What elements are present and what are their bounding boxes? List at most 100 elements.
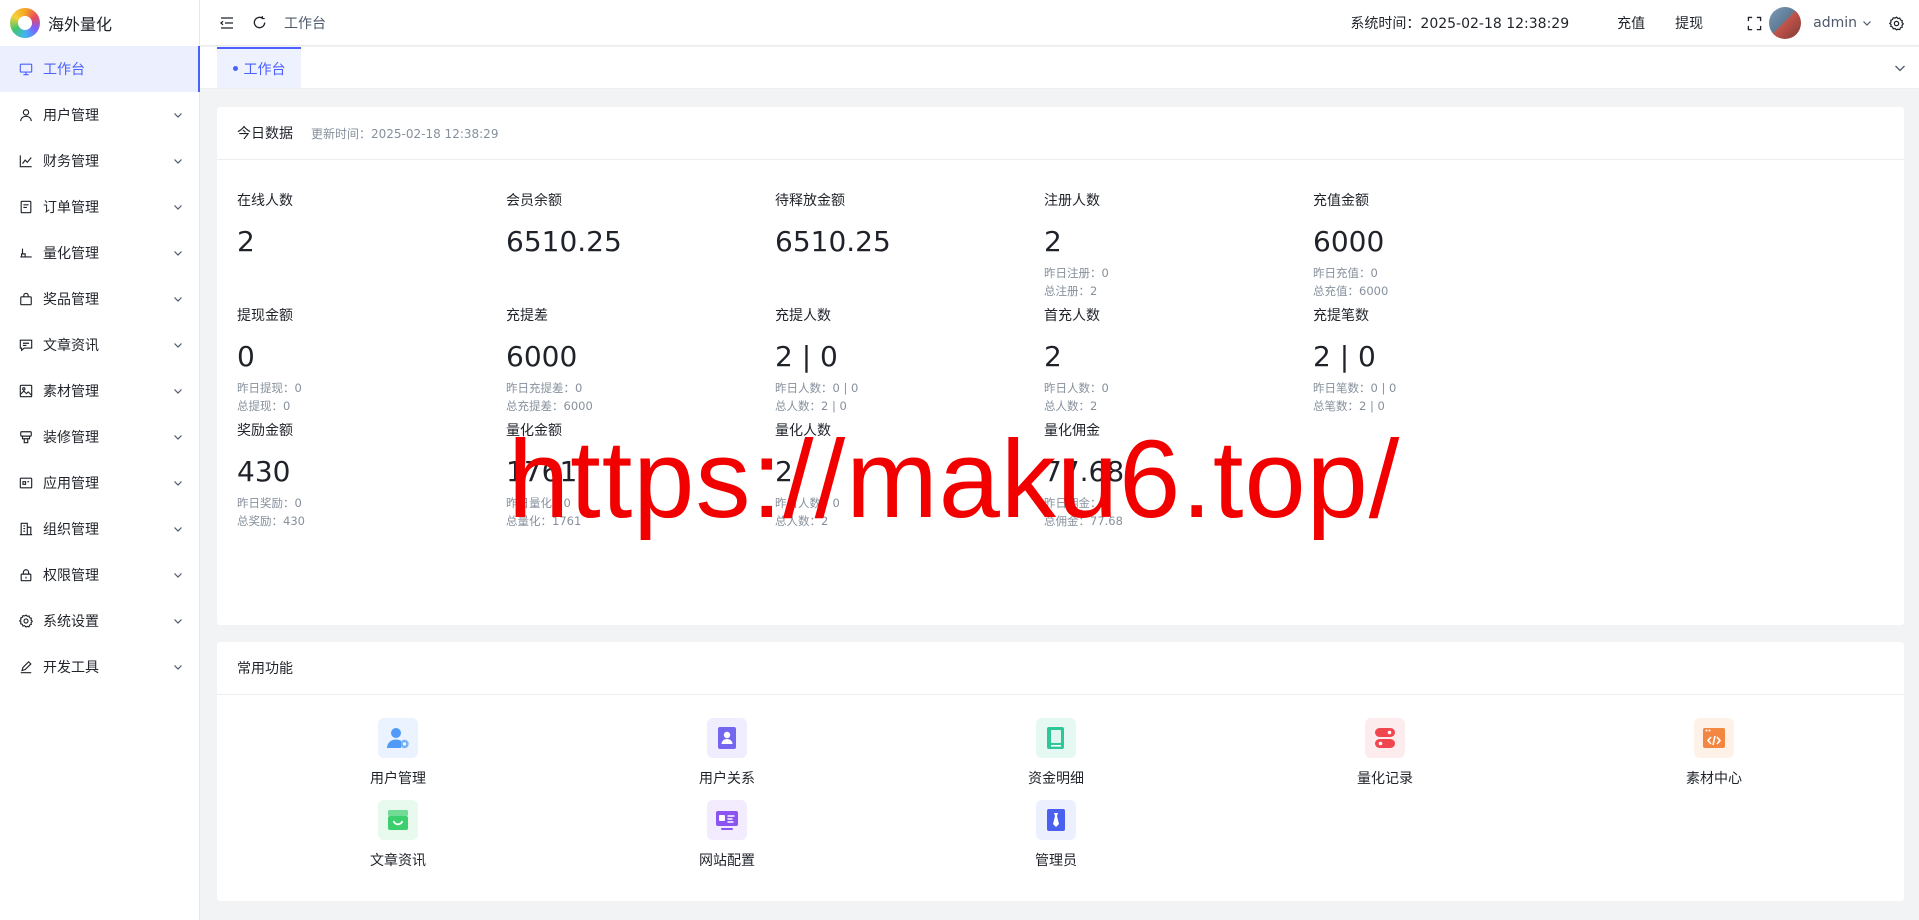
tab-workbench[interactable]: 工作台 (217, 47, 301, 88)
stat-block: 首充人数 2 昨日人数：0 总人数：2 (1044, 305, 1344, 415)
sidebar-item-11[interactable]: 权限管理 (0, 552, 199, 598)
today-data-header: 今日数据 更新时间：2025-02-18 12:38:29 (217, 107, 1904, 160)
tabs-dropdown-chevron-icon[interactable] (1893, 61, 1907, 75)
stat-label: 提现金额 (237, 308, 293, 324)
stat-block: 奖励金额 430 昨日奖励：0 总奖励：430 (237, 420, 537, 530)
pen-icon (18, 659, 34, 675)
shortcut-label: 网站配置 (699, 853, 755, 869)
breadcrumb: 工作台 (284, 15, 326, 32)
user-dropdown-chevron-icon[interactable] (1861, 14, 1873, 32)
shortcut-inbox[interactable]: 文章资讯 (338, 800, 458, 870)
stat-label: 充值金额 (1313, 193, 1369, 209)
shortcut-label: 文章资讯 (370, 853, 426, 869)
stat-sub-line: 昨日人数：0 (1044, 381, 1109, 395)
stat-sub-line: 昨日提现：0 (237, 381, 302, 395)
stat-label: 待释放金额 (775, 193, 845, 209)
chevron-down-icon (173, 386, 183, 396)
refresh-icon[interactable] (250, 14, 268, 32)
shortcut-label: 管理员 (1035, 853, 1077, 869)
sidebar-item-label: 量化管理 (43, 246, 99, 262)
sidebar-item-3[interactable]: 订单管理 (0, 184, 199, 230)
app-logo[interactable]: 海外量化 (0, 0, 199, 46)
stat-sub-line: 总充值：6000 (1313, 284, 1389, 298)
app-icon (18, 475, 34, 491)
sidebar-item-0[interactable]: 工作台 (0, 46, 200, 92)
chevron-down-icon (173, 248, 183, 258)
stat-value: 6000 (506, 340, 578, 373)
sidebar-item-8[interactable]: 装修管理 (0, 414, 199, 460)
stat-detail: 昨日奖励：0 总奖励：430 (237, 494, 537, 530)
sidebar-item-label: 财务管理 (43, 154, 99, 170)
stat-block: 充值金额 6000 昨日充值：0 总充值：6000 (1313, 190, 1613, 300)
sidebar-item-6[interactable]: 文章资讯 (0, 322, 199, 368)
code-window-icon (1694, 718, 1734, 758)
avatar[interactable] (1769, 7, 1802, 39)
stat-sub-line: 昨日奖励：0 (237, 496, 302, 510)
sidebar-item-13[interactable]: 开发工具 (0, 644, 199, 690)
sidebar-item-10[interactable]: 组织管理 (0, 506, 199, 552)
chevron-down-icon (173, 478, 183, 488)
stat-sub-line: 昨日充值：0 (1313, 266, 1378, 280)
sidebar-item-4[interactable]: 量化管理 (0, 230, 199, 276)
shortcut-code-window[interactable]: 素材中心 (1654, 718, 1774, 788)
shortcut-label: 用户管理 (370, 771, 426, 787)
sidebar-item-label: 权限管理 (43, 568, 99, 584)
withdraw-link[interactable]: 提现 (1675, 13, 1703, 33)
stat-sub-line: 昨日人数：0 | 0 (775, 381, 859, 395)
settings-gear-icon[interactable] (1887, 14, 1905, 32)
card-title: 常用功能 (237, 661, 293, 677)
shortcut-label: 素材中心 (1686, 771, 1742, 787)
chart-icon (18, 153, 34, 169)
sidebar-item-1[interactable]: 用户管理 (0, 92, 199, 138)
sidebar-item-label: 素材管理 (43, 384, 99, 400)
top-header: 工作台 系统时间：2025-02-18 12:38:29 充值 提现 admin (200, 0, 1919, 46)
sidebar-item-2[interactable]: 财务管理 (0, 138, 199, 184)
chevron-down-icon (173, 570, 183, 580)
stat-label: 充提差 (506, 308, 548, 324)
shortcut-contact-book[interactable]: 用户关系 (667, 718, 787, 788)
sidebar-item-label: 工作台 (43, 62, 85, 78)
user-settings-icon (378, 718, 418, 758)
stat-sub-line: 总笔数：2 | 0 (1313, 399, 1385, 413)
sidebar-item-label: 装修管理 (43, 430, 99, 446)
system-time: 系统时间：2025-02-18 12:38:29 (1350, 16, 1570, 32)
stat-label: 充提人数 (775, 308, 831, 324)
stat-sub-line: 总奖励：430 (237, 514, 305, 528)
user-icon (18, 107, 34, 123)
stat-detail: 昨日人数：0 总人数：2 (1044, 379, 1344, 415)
username[interactable]: admin (1813, 15, 1857, 31)
stat-sub-line: 总充提差：6000 (506, 399, 593, 413)
shortcut-server[interactable]: 量化记录 (1325, 718, 1445, 788)
stat-detail: 昨日充提差：0 总充提差：6000 (506, 379, 806, 415)
chevron-down-icon (173, 202, 183, 212)
shortcut-tie[interactable]: 管理员 (996, 800, 1116, 870)
chevron-down-icon (173, 340, 183, 350)
stat-block: 提现金额 0 昨日提现：0 总提现：0 (237, 305, 537, 415)
stat-value: 2 (237, 225, 255, 258)
sidebar-menu: 工作台用户管理财务管理订单管理量化管理奖品管理 文章资讯素材管理装修管理应用管理组… (0, 46, 200, 690)
sidebar-item-5[interactable]: 奖品管理 (0, 276, 199, 322)
inbox-icon (378, 800, 418, 840)
tabs-bar: 工作台 (200, 47, 1919, 89)
stat-value: 6000 (1313, 225, 1385, 258)
message-icon (18, 337, 34, 353)
fullscreen-icon[interactable] (1745, 14, 1763, 32)
active-dot-icon (232, 66, 238, 71)
shortcut-ledger[interactable]: 资金明细 (996, 718, 1116, 788)
stat-value: 2 | 0 (1313, 340, 1376, 373)
sidebar-item-12[interactable]: 系统设置 (0, 598, 199, 644)
gear-icon (18, 613, 34, 629)
sidebar-item-9[interactable]: 应用管理 (0, 460, 199, 506)
common-functions-card: 常用功能 用户管理 用户关系 资金明细 量化记录 素材中心文章资讯 网站配置 管理员 (217, 642, 1904, 901)
stat-block: 会员余额 6510.25 (506, 190, 806, 260)
sidebar-item-7[interactable]: 素材管理 (0, 368, 199, 414)
shortcut-label: 用户关系 (699, 771, 755, 787)
sidebar-item-label: 应用管理 (43, 476, 99, 492)
shortcut-user-settings[interactable]: 用户管理 (338, 718, 458, 788)
contact-book-icon (707, 718, 747, 758)
recharge-link[interactable]: 充值 (1617, 13, 1645, 33)
stat-detail: 昨日充值：0 总充值：6000 (1313, 264, 1613, 300)
collapse-menu-icon[interactable] (218, 14, 236, 32)
shortcut-id-card[interactable]: 网站配置 (667, 800, 787, 870)
stat-sub-line: 总注册：2 (1044, 284, 1098, 298)
